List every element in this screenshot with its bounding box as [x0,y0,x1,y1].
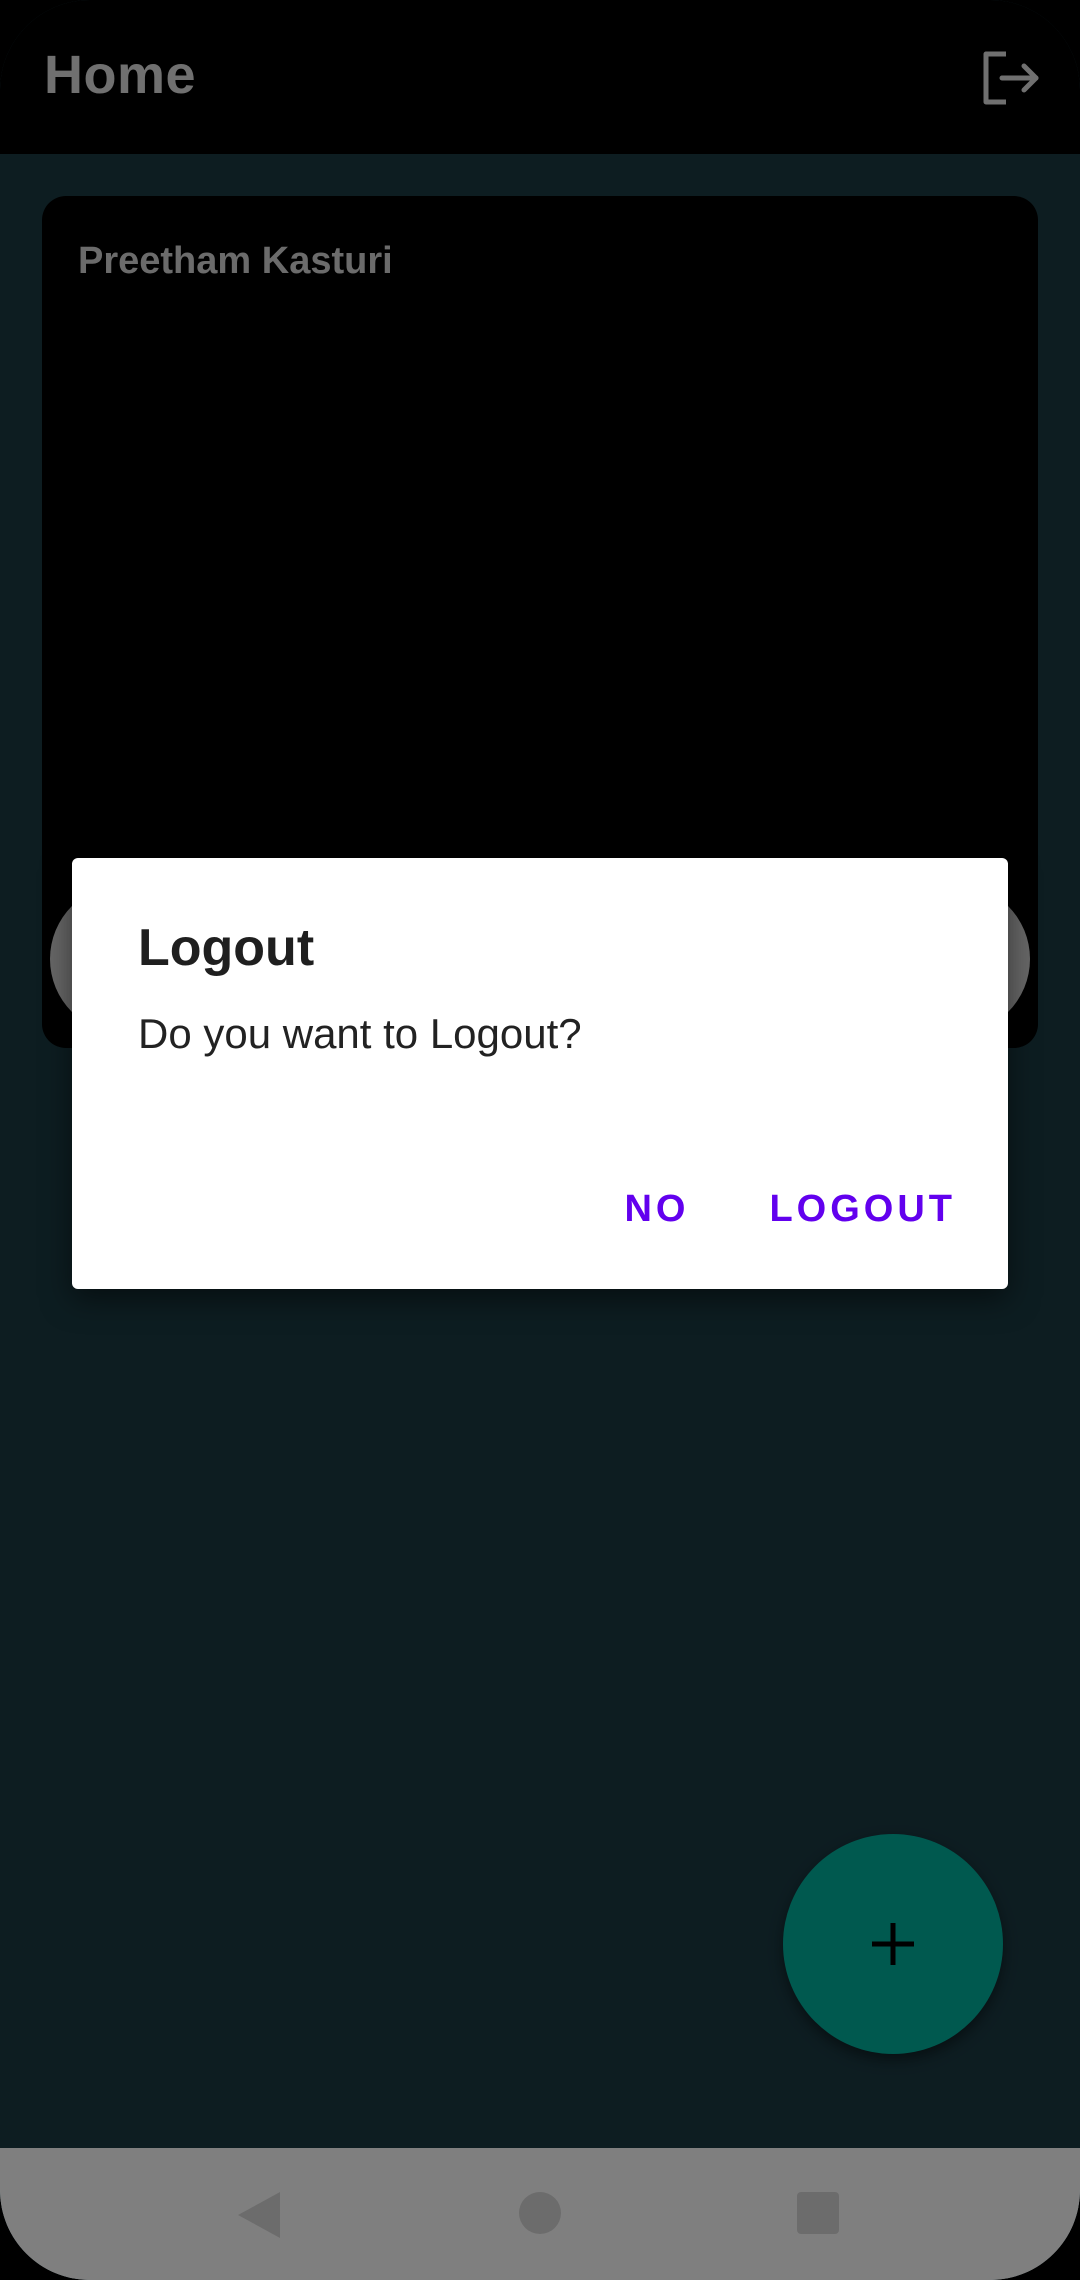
dialog-actions: NO LOGOUT [624,1188,956,1231]
no-button[interactable]: NO [624,1188,689,1231]
dialog-title: Logout [138,919,315,977]
logout-button[interactable]: LOGOUT [769,1188,956,1231]
screen: Home Preetham Kasturi [0,0,1080,2280]
logout-dialog: Logout Do you want to Logout? NO LOGOUT [72,858,1008,1289]
dialog-message: Do you want to Logout? [138,1010,582,1057]
